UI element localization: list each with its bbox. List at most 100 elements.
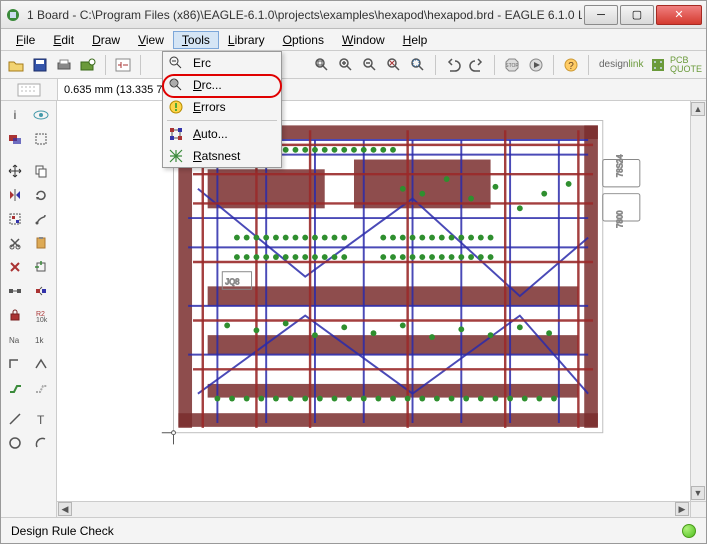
rotate-tool[interactable] xyxy=(29,184,53,206)
copy-tool[interactable] xyxy=(29,160,53,182)
lock-tool[interactable] xyxy=(3,304,27,326)
svg-text:1k: 1k xyxy=(35,336,44,345)
close-button[interactable]: ✕ xyxy=(656,5,702,25)
delete-tool[interactable] xyxy=(3,256,27,278)
svg-text:Na: Na xyxy=(9,336,20,345)
menu-edit[interactable]: Edit xyxy=(44,31,83,49)
split-tool[interactable] xyxy=(29,352,53,374)
pinswap-tool[interactable] xyxy=(3,280,27,302)
horizontal-scrollbar[interactable]: ◀ ▶ xyxy=(57,501,690,517)
left-toolbox: i R210k Na 1k T xyxy=(1,101,57,517)
minimize-button[interactable]: ─ xyxy=(584,5,618,25)
menu-file[interactable]: File xyxy=(7,31,44,49)
mirror-tool[interactable] xyxy=(3,184,27,206)
menu-tools[interactable]: Tools xyxy=(173,31,219,49)
coord-readout: 0.635 mm (13.335 78 xyxy=(57,79,176,100)
menu-library[interactable]: Library xyxy=(219,31,274,49)
stop-button[interactable]: STOP xyxy=(501,54,523,76)
svg-text:7800: 7800 xyxy=(615,210,624,228)
zoom-in-button[interactable] xyxy=(335,54,357,76)
svg-text:78S24: 78S24 xyxy=(615,154,624,177)
scroll-corner xyxy=(690,501,706,517)
main-toolbar: STOP ? designlink PCBQUOTE xyxy=(1,51,706,79)
ratsnest-icon xyxy=(167,147,185,165)
replace-tool[interactable] xyxy=(29,280,53,302)
window-buttons: ─ ▢ ✕ xyxy=(582,5,702,25)
menu-erc[interactable]: Erc xyxy=(163,52,281,74)
status-indicator-icon xyxy=(682,524,696,538)
scroll-right-arrow[interactable]: ▶ xyxy=(675,502,689,516)
smash-tool[interactable]: R210k xyxy=(29,304,53,326)
save-button[interactable] xyxy=(29,54,51,76)
circle-tool[interactable] xyxy=(3,432,27,454)
menu-view[interactable]: View xyxy=(129,31,173,49)
menu-ratsnest[interactable]: Ratsnest xyxy=(163,145,281,167)
menu-window[interactable]: Window xyxy=(333,31,394,49)
maximize-button[interactable]: ▢ xyxy=(620,5,654,25)
wire-tool[interactable] xyxy=(3,408,27,430)
change-tool[interactable] xyxy=(29,208,53,230)
menu-drc[interactable]: Drc... xyxy=(163,74,281,96)
coord-bar: 0.635 mm (13.335 78 xyxy=(1,79,706,101)
move-tool[interactable] xyxy=(3,160,27,182)
menu-errors[interactable]: Errors xyxy=(163,96,281,118)
erc-icon xyxy=(167,54,185,72)
menu-options[interactable]: Options xyxy=(274,31,333,49)
add-tool[interactable] xyxy=(29,256,53,278)
svg-text:STOP: STOP xyxy=(505,63,519,69)
work-area: i R210k Na 1k T xyxy=(1,101,706,517)
errors-icon xyxy=(167,98,185,116)
route-tool[interactable] xyxy=(3,376,27,398)
schematic-button[interactable] xyxy=(112,54,134,76)
zoom-select-button[interactable] xyxy=(407,54,429,76)
grid-icon[interactable] xyxy=(1,83,57,97)
undo-button[interactable] xyxy=(442,54,464,76)
zoom-redraw-button[interactable] xyxy=(383,54,405,76)
designlink-label[interactable]: designlink xyxy=(599,59,643,70)
menu-erc-label: Erc xyxy=(193,56,211,70)
cut-tool[interactable] xyxy=(3,232,27,254)
open-button[interactable] xyxy=(5,54,27,76)
ripup-tool[interactable] xyxy=(29,376,53,398)
text-tool[interactable]: T xyxy=(29,408,53,430)
auto-icon xyxy=(167,125,185,143)
tools-dropdown: Erc Drc... Errors Auto... Ratsnest xyxy=(162,51,282,168)
name-tool[interactable]: Na xyxy=(3,328,27,350)
info-tool[interactable]: i xyxy=(3,104,27,126)
menu-separator xyxy=(167,120,277,121)
paste-tool[interactable] xyxy=(29,232,53,254)
group-tool[interactable] xyxy=(3,208,27,230)
menu-auto[interactable]: Auto... xyxy=(163,123,281,145)
svg-text:T: T xyxy=(37,413,45,426)
title-bar: 1 Board - C:\Program Files (x86)\EAGLE-6… xyxy=(1,1,706,29)
menu-errors-label: Errors xyxy=(193,100,226,114)
value-tool[interactable]: 1k xyxy=(29,328,53,350)
app-icon xyxy=(5,7,21,23)
menu-draw[interactable]: Draw xyxy=(83,31,129,49)
arc-tool[interactable] xyxy=(29,432,53,454)
scroll-left-arrow[interactable]: ◀ xyxy=(58,502,72,516)
menu-help[interactable]: Help xyxy=(394,31,437,49)
scroll-up-arrow[interactable]: ▲ xyxy=(691,102,705,116)
status-bar: Design Rule Check xyxy=(1,517,706,543)
svg-text:?: ? xyxy=(568,61,574,72)
status-text: Design Rule Check xyxy=(11,524,114,538)
svg-text:10k: 10k xyxy=(36,317,48,322)
cam-button[interactable] xyxy=(77,54,99,76)
show-tool[interactable] xyxy=(29,104,53,126)
print-button[interactable] xyxy=(53,54,75,76)
scroll-down-arrow[interactable]: ▼ xyxy=(691,486,705,500)
zoom-fit-button[interactable] xyxy=(311,54,333,76)
miter-tool[interactable] xyxy=(3,352,27,374)
layers-tool[interactable] xyxy=(3,128,27,150)
vertical-scrollbar[interactable]: ▲ ▼ xyxy=(690,101,706,501)
help-button[interactable]: ? xyxy=(560,54,582,76)
pcb-canvas[interactable]: 78S24 7800 JQ8 xyxy=(57,101,690,501)
mark-tool[interactable] xyxy=(29,128,53,150)
zoom-out-button[interactable] xyxy=(359,54,381,76)
window-title: 1 Board - C:\Program Files (x86)\EAGLE-6… xyxy=(27,8,582,22)
go-button[interactable] xyxy=(525,54,547,76)
menu-ratsnest-label: Ratsnest xyxy=(193,149,240,163)
pcbquote-label[interactable]: PCBQUOTE xyxy=(651,56,702,74)
redo-button[interactable] xyxy=(466,54,488,76)
